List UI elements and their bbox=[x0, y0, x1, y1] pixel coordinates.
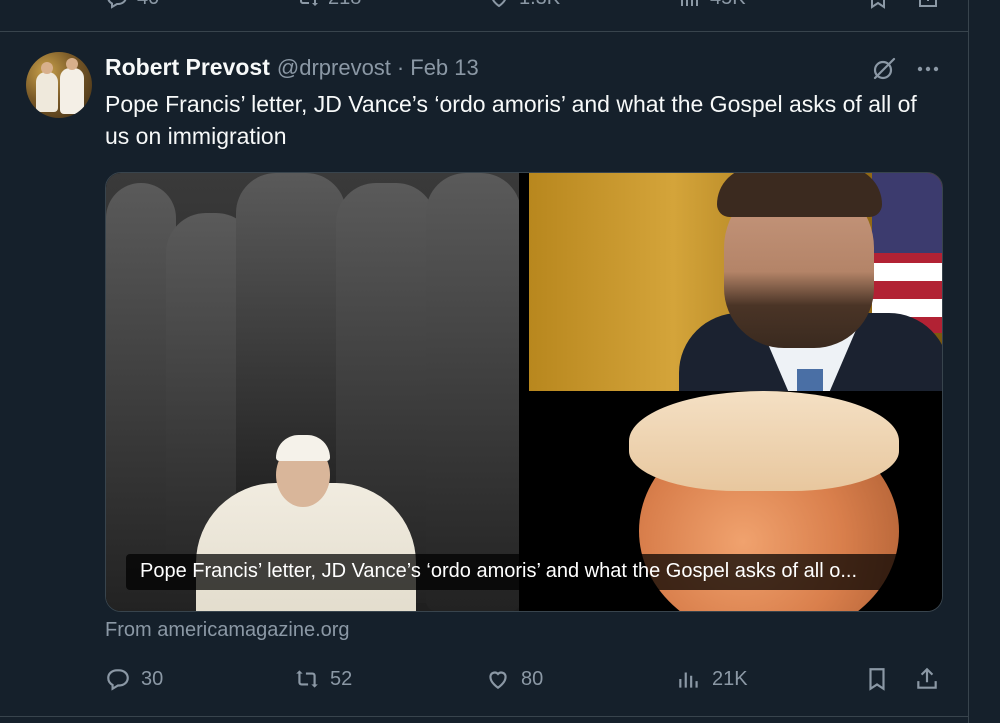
views-icon bbox=[679, 672, 698, 688]
views-button[interactable]: 21K bbox=[676, 666, 748, 692]
prev-views-button[interactable]: 45K bbox=[678, 0, 746, 10]
share-icon bbox=[919, 0, 937, 7]
view-count: 21K bbox=[712, 667, 748, 690]
author-handle[interactable]: @drprevost bbox=[277, 55, 391, 81]
reply-button[interactable]: 30 bbox=[105, 666, 163, 692]
retweet-count: 52 bbox=[330, 667, 353, 690]
reply-icon bbox=[107, 0, 127, 9]
like-count: 80 bbox=[521, 667, 544, 690]
more-icon[interactable] bbox=[914, 56, 942, 82]
bookmark-button[interactable] bbox=[864, 666, 890, 692]
avatar[interactable] bbox=[26, 52, 92, 118]
prev-reply-button[interactable]: 40 bbox=[105, 0, 159, 10]
heart-icon bbox=[489, 671, 507, 689]
prev-like-button[interactable]: 1.3K bbox=[487, 0, 560, 10]
tweet-date[interactable]: Feb 13 bbox=[410, 55, 479, 81]
reply-count: 30 bbox=[141, 667, 164, 690]
prev-bookmark-button[interactable] bbox=[866, 0, 890, 10]
reply-icon bbox=[107, 669, 129, 691]
retweet-icon bbox=[300, 0, 318, 6]
card-caption: Pope Francis’ letter, JD Vance’s ‘ordo a… bbox=[140, 560, 858, 582]
tweet-header: Robert Prevost @drprevost · Feb 13 bbox=[105, 54, 479, 84]
prev-tweet-actions: 40 218 1.3K 45K bbox=[0, 0, 968, 16]
share-button[interactable] bbox=[914, 666, 940, 692]
avatar-figure-head bbox=[41, 62, 53, 74]
tweet-divider bbox=[0, 31, 968, 32]
prev-reply-count: 40 bbox=[137, 0, 159, 10]
link-card[interactable]: Pope Francis’ letter, JD Vance’s ‘ordo a… bbox=[105, 172, 943, 612]
prev-retweet-button[interactable]: 218 bbox=[296, 0, 361, 10]
prev-retweet-count: 218 bbox=[328, 0, 361, 10]
heart-icon bbox=[492, 0, 506, 8]
page: 40 218 1.3K 45K bbox=[0, 0, 1000, 723]
prev-like-count: 1.3K bbox=[519, 0, 560, 10]
bookmark-icon bbox=[871, 0, 885, 9]
avatar-figure bbox=[36, 72, 58, 112]
retweet-button[interactable]: 52 bbox=[294, 666, 352, 692]
tweet-divider bbox=[0, 716, 968, 717]
prev-view-count: 45K bbox=[710, 0, 746, 10]
card-image-portrait bbox=[529, 173, 942, 391]
bookmark-icon bbox=[869, 668, 885, 691]
right-margin bbox=[969, 0, 1000, 723]
like-button[interactable]: 80 bbox=[485, 666, 543, 692]
prev-share-button[interactable] bbox=[916, 0, 940, 10]
avatar-figure bbox=[60, 68, 84, 114]
avatar-figure-head bbox=[66, 58, 78, 70]
card-source[interactable]: From americamagazine.org bbox=[105, 619, 350, 642]
timeline-column: 40 218 1.3K 45K bbox=[0, 0, 969, 723]
views-icon bbox=[681, 0, 698, 6]
header-separator: · bbox=[396, 55, 405, 80]
tweet-text: Pope Francis’ letter, JD Vance’s ‘ordo a… bbox=[105, 91, 917, 149]
retweet-icon bbox=[296, 670, 318, 688]
author-name[interactable]: Robert Prevost bbox=[105, 54, 270, 81]
card-image-statue bbox=[106, 173, 519, 611]
share-icon bbox=[917, 667, 937, 689]
grok-icon[interactable] bbox=[871, 56, 897, 82]
